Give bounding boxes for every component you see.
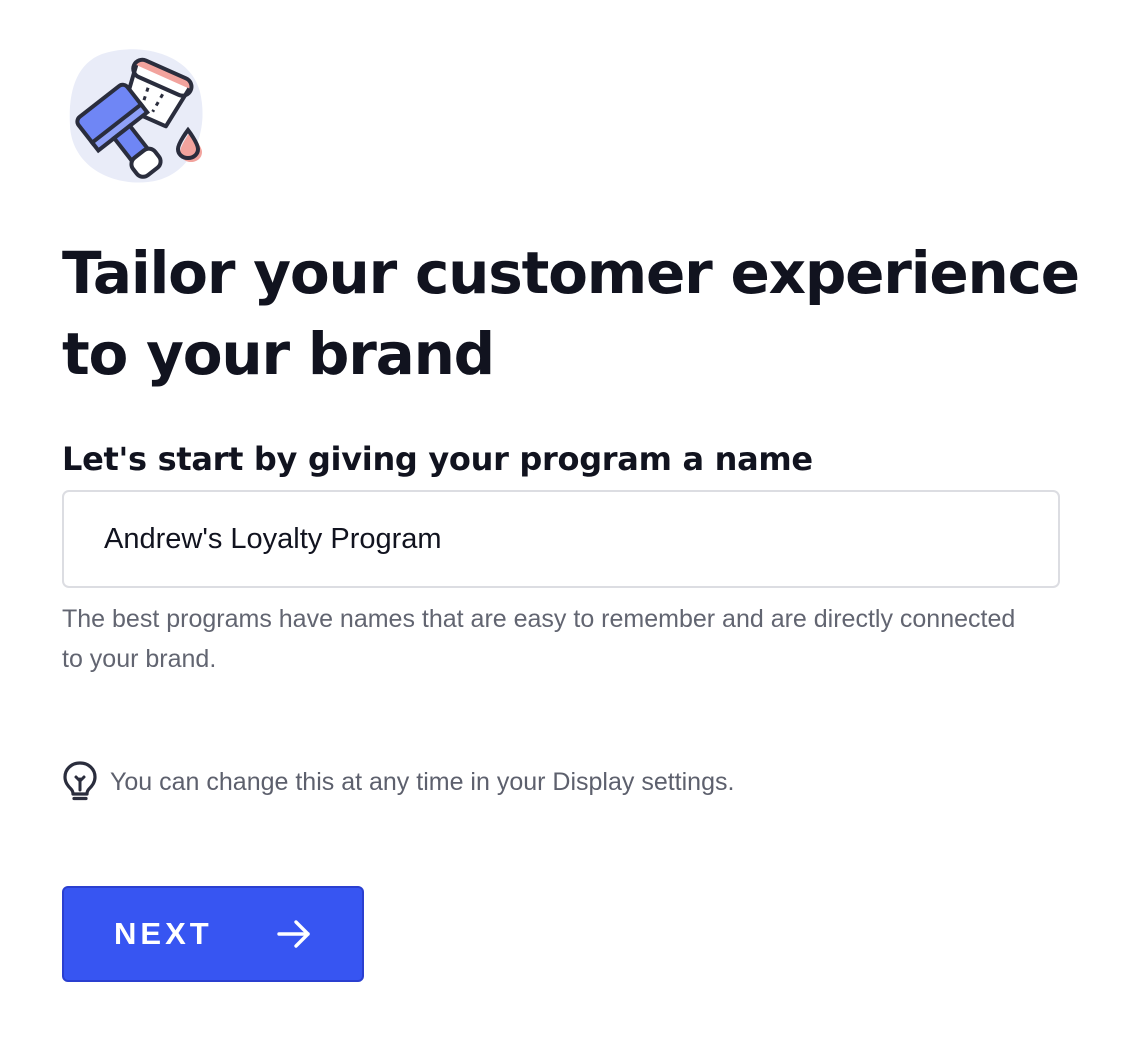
next-button-label: NEXT	[114, 916, 213, 951]
program-name-label: Let's start by giving your program a nam…	[62, 440, 813, 478]
arrow-right-icon	[276, 918, 312, 950]
lightbulb-icon	[62, 760, 98, 804]
paint-bucket-brush-icon	[62, 42, 212, 192]
program-name-input[interactable]	[62, 490, 1060, 588]
page-title: Tailor your customer experience to your …	[62, 239, 1080, 388]
tip-text: You can change this at any time in your …	[110, 767, 735, 796]
next-button[interactable]: NEXT	[62, 886, 364, 982]
tip-note: You can change this at any time in your …	[62, 760, 734, 804]
program-name-helper-text: The best programs have names that are ea…	[62, 605, 1016, 673]
